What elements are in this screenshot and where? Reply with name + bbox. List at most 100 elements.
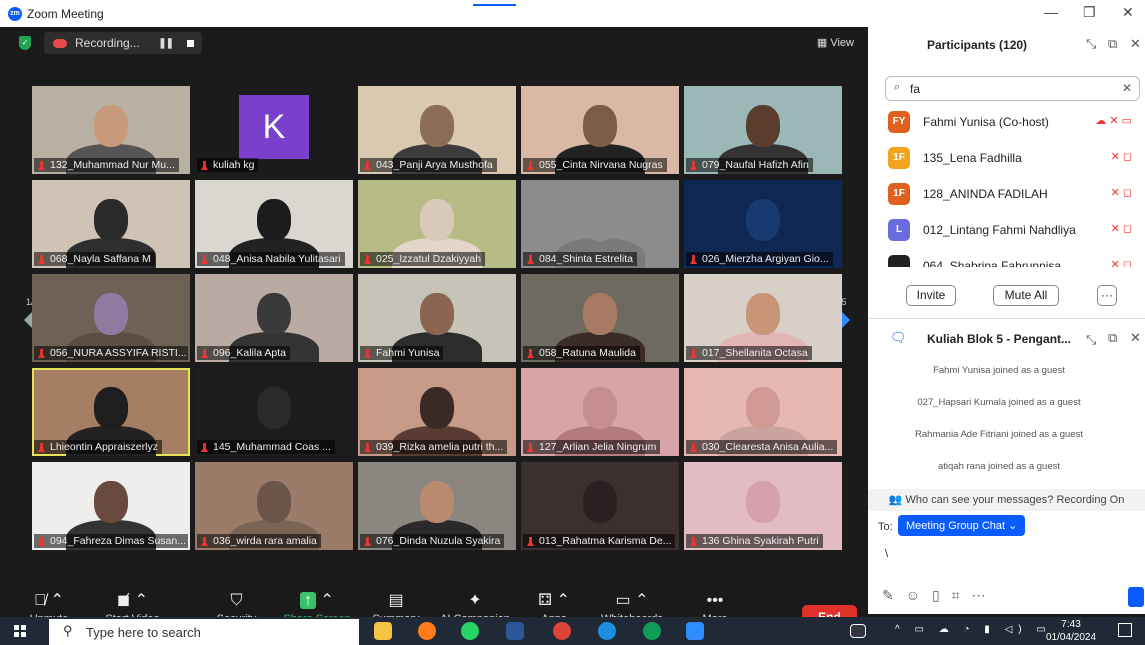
file-explorer-icon[interactable] <box>374 622 392 640</box>
view-button[interactable]: ▦ View <box>817 36 854 49</box>
participant-name-label: 025_Izzatul Dzakiyyah <box>360 252 486 266</box>
participant-search-value: fa <box>910 82 921 96</box>
video-tile[interactable]: 036_wirda rara amalia <box>195 462 353 550</box>
video-tile[interactable]: 136 Ghina Syakirah Putri <box>684 462 842 550</box>
whatsapp-icon[interactable] <box>461 622 479 640</box>
participant-row[interactable]: FY Fahmi Yunisa (Co-host) ☁ ✕ ▭ <box>888 109 1138 139</box>
file-icon[interactable]: ▯ <box>932 587 952 603</box>
chat-message: Fahmi Yunisa joined as a guest <box>933 365 1065 376</box>
whiteboard-icon: ▭ ⌃ <box>615 592 649 609</box>
participant-name: Fahmi Yunisa (Co-host) <box>923 115 1049 129</box>
mute-all-button[interactable]: Mute All <box>993 285 1059 306</box>
video-tile[interactable]: Lhieontin Appraiszerlyz <box>32 368 190 456</box>
minimize-panel-icon[interactable]: ⤡ <box>1086 36 1096 52</box>
encryption-shield-icon[interactable]: ✓ <box>19 36 31 50</box>
participant-search-input[interactable]: ⌕ fa ✕ <box>885 76 1140 101</box>
participant-row[interactable]: 1F 135_Lena Fadhilla ✕ ◻ <box>888 145 1138 175</box>
video-tile[interactable]: 048_Anisa Nabila Yulitasari <box>195 180 353 268</box>
chrome-icon[interactable] <box>553 622 571 640</box>
close-chat-icon[interactable]: ✕ <box>1130 330 1141 346</box>
video-tile[interactable]: 058_Ratuna Maulida <box>521 274 679 362</box>
participant-name: 064_Shabrina Fahrunnisa <box>923 259 1062 267</box>
video-tile[interactable]: 055_Cinta Nirvana Nugras <box>521 86 679 174</box>
stop-recording-icon[interactable] <box>187 39 194 47</box>
participant-video <box>746 105 780 148</box>
video-tile[interactable]: 039_Rizka amelia putri th... <box>358 368 516 456</box>
share-screen-icon: ↑ ⌃ <box>283 589 351 613</box>
participant-row[interactable]: 1F 128_ANINDA FADILAH ✕ ◻ <box>888 181 1138 211</box>
video-tile[interactable]: 076_Dinda Nuzula Syakira <box>358 462 516 550</box>
video-tile[interactable]: Kkuliah kg <box>195 86 353 174</box>
participant-row[interactable]: L 012_Lintang Fahmi Nahdliya ✕ ◻ <box>888 217 1138 247</box>
zoom-taskbar-icon[interactable] <box>686 622 704 640</box>
video-tile[interactable]: 079_Naufal Hafizh Afin <box>684 86 842 174</box>
video-tile[interactable]: 017_Shellanita Octasa <box>684 274 842 362</box>
recipient-dropdown[interactable]: Meeting Group Chat ⌄ <box>898 515 1026 536</box>
video-tile[interactable]: Fahmi Yunisa <box>358 274 516 362</box>
video-tile[interactable]: 043_Panji Arya Musthofa <box>358 86 516 174</box>
window-titlebar: zm Zoom Meeting — ❐ ✕ <box>0 0 1145 27</box>
avatar <box>888 255 910 267</box>
video-tile[interactable]: 132_Muhammad Nur Mu... <box>32 86 190 174</box>
edge-icon[interactable] <box>598 622 616 640</box>
emoji-icon[interactable]: ☺ <box>906 587 932 603</box>
participant-video <box>583 199 617 242</box>
participant-video <box>94 387 128 430</box>
invite-button[interactable]: Invite <box>906 285 956 306</box>
video-tile[interactable]: 013_Rahatma Karisma De... <box>521 462 679 550</box>
more-options-icon[interactable]: ··· <box>1097 285 1117 306</box>
pop-out-chat-icon[interactable]: ⧉ <box>1108 330 1117 346</box>
video-tile[interactable]: 030_Clearesta Anisa Aulia... <box>684 368 842 456</box>
restore-icon[interactable]: ❐ <box>1083 4 1096 21</box>
panel-divider <box>868 318 1145 319</box>
minimize-icon[interactable]: — <box>1044 4 1058 20</box>
format-icon[interactable]: ✎ <box>882 587 906 603</box>
screenshot-icon[interactable]: ⌗ <box>952 587 972 603</box>
keyboard-icon[interactable] <box>850 624 866 638</box>
participant-name-label: 096_Kalila Apta <box>197 346 290 360</box>
pause-recording-icon[interactable]: ❚❚ <box>158 38 174 49</box>
clear-search-icon[interactable]: ✕ <box>1122 81 1132 95</box>
pop-out-icon[interactable]: ⧉ <box>1108 36 1117 52</box>
participant-video <box>420 481 454 524</box>
participant-video <box>583 293 617 336</box>
video-tile[interactable]: 145_Muhammad Coas ... <box>195 368 353 456</box>
apps-icon: ⚃ ⌃ <box>538 592 570 609</box>
chrome-profile-icon[interactable] <box>643 622 661 640</box>
participant-video <box>746 293 780 336</box>
close-icon[interactable]: ✕ <box>1122 4 1134 21</box>
send-button[interactable] <box>1128 587 1144 607</box>
video-tile[interactable]: 025_Izzatul Dzakiyyah <box>358 180 516 268</box>
taskbar-search-input[interactable]: ⚲ Type here to search <box>49 619 359 645</box>
participant-video <box>94 199 128 242</box>
chat-input[interactable]: \ <box>885 548 888 560</box>
participant-video <box>746 481 780 524</box>
system-tray[interactable]: ^ ▭ ☁ ◔ ▮ ◁) ▭ <box>895 624 1052 635</box>
participant-name-label: 013_Rahatma Karisma De... <box>523 534 676 548</box>
firefox-icon[interactable] <box>418 622 436 640</box>
participant-name-label: 026_Mierzha Argiyan Gio... <box>686 252 833 266</box>
video-tile[interactable]: 084_Shinta Estrelita <box>521 180 679 268</box>
windows-start-icon[interactable] <box>14 625 26 637</box>
muted-status-icon: ✕ ◻ <box>1110 187 1132 199</box>
chat-visibility-notice[interactable]: 👥 Who can see your messages? Recording O… <box>868 489 1145 511</box>
notification-icon[interactable] <box>1118 623 1132 637</box>
clock-time: 7:43 <box>1061 619 1081 630</box>
video-tile[interactable]: 094_Fahreza Dimas Susan... <box>32 462 190 550</box>
participant-name-label: 048_Anisa Nabila Yulitasari <box>197 252 345 266</box>
video-tile[interactable]: 056_NURA ASSYIFA RISTI... <box>32 274 190 362</box>
video-tile[interactable]: 026_Mierzha Argiyan Gio... <box>684 180 842 268</box>
clock[interactable]: 7:43 01/04/2024 <box>1046 618 1096 644</box>
word-icon[interactable] <box>506 622 524 640</box>
avatar: 1F <box>888 183 910 205</box>
video-tile[interactable]: 096_Kalila Apta <box>195 274 353 362</box>
close-panel-icon[interactable]: ✕ <box>1130 36 1141 52</box>
more-chat-icon[interactable]: ⋯ <box>972 587 998 603</box>
video-tile[interactable]: 068_Nayla Saffana M <box>32 180 190 268</box>
participant-video <box>583 387 617 430</box>
participant-row[interactable]: 064_Shabrina Fahrunnisa ✕ ◻ <box>888 253 1138 267</box>
meeting-topbar: ✓ Recording... ❚❚ ▦ View <box>0 27 868 59</box>
recording-label: Recording... <box>75 36 140 50</box>
participant-name-label: 079_Naufal Hafizh Afin <box>686 158 813 172</box>
video-tile[interactable]: 127_Arlian Jelia Ningrum <box>521 368 679 456</box>
